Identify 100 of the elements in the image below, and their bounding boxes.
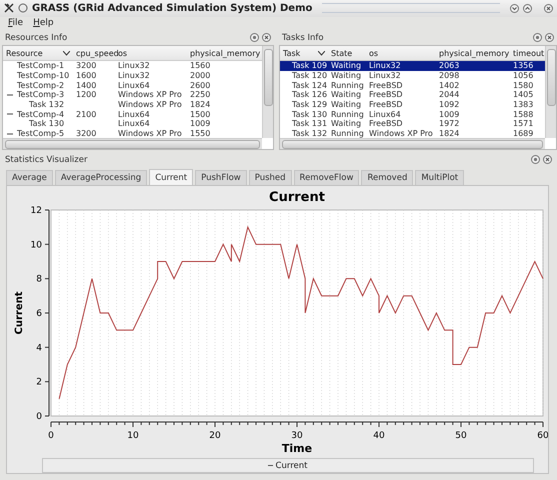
table-cell: 3200: [76, 61, 96, 70]
table-cell: Waiting: [331, 90, 362, 100]
menu-item[interactable]: File: [8, 18, 24, 28]
minimize-icon[interactable]: [510, 4, 519, 13]
table-cell-text: Task 109: [291, 61, 328, 70]
pin-icon[interactable]: [18, 3, 28, 14]
float-icon[interactable]: [531, 155, 540, 164]
vertical-scrollbar[interactable]: [545, 46, 556, 138]
column-header[interactable]: Resource: [3, 48, 73, 58]
column-header[interactable]: os: [366, 48, 436, 58]
table-cell: Task 130: [29, 119, 64, 128]
column-header[interactable]: State: [328, 48, 366, 58]
table-cell: FreeBSD: [369, 100, 403, 110]
window-title: GRASS (GRid Advanced Simulation System) Demo: [32, 2, 312, 14]
column-header[interactable]: timeout: [510, 48, 545, 58]
column-header[interactable]: physical_memory: [436, 48, 510, 58]
table-row[interactable]: Task 120 Waiting Linux32 2098 1056: [280, 70, 545, 80]
table-cell: 2250: [190, 90, 210, 100]
table-cell: 2000: [190, 71, 210, 80]
horizontal-scrollbar[interactable]: [280, 138, 545, 149]
table-cell: Waiting: [331, 71, 362, 80]
table-cell: 1972: [439, 119, 460, 128]
tab[interactable]: Removed: [361, 170, 414, 185]
table-cell: 1550: [190, 129, 210, 138]
table-row[interactable]: Task 124 Running FreeBSD 1402 1580: [280, 80, 545, 90]
tab[interactable]: RemoveFlow: [294, 170, 360, 185]
table-row[interactable]: Task 126 Waiting FreeBSD 2044 1405: [280, 90, 545, 100]
y-tick-label: 0: [36, 412, 42, 422]
tab[interactable]: AverageProcessing: [54, 170, 148, 185]
collapse-icon[interactable]: [7, 92, 13, 98]
column-header[interactable]: physical_memory: [187, 48, 262, 58]
tab[interactable]: PushFlow: [195, 170, 247, 185]
collapse-icon[interactable]: [7, 111, 13, 118]
x-tick-label: 50: [454, 431, 466, 441]
panel-title: Resources Info: [5, 32, 68, 42]
y-tick-label: 12: [30, 206, 42, 216]
y-tick-label: 2: [36, 378, 42, 388]
table-cell: Windows XP Pro: [118, 100, 182, 110]
table-cell-text: Task 129: [291, 100, 328, 110]
table-cell: 1580: [513, 80, 534, 90]
collapse-icon[interactable]: [7, 130, 13, 137]
table-row[interactable]: Task 130 Running Linux64 1009 1588: [280, 109, 545, 120]
table-cell: 1560: [190, 61, 210, 70]
table-cell: Task 132: [29, 100, 64, 110]
horizontal-scrollbar[interactable]: [3, 138, 262, 149]
close-icon[interactable]: [545, 33, 554, 42]
table-cell: Running: [331, 110, 364, 119]
sort-icon: [63, 50, 70, 56]
table-row[interactable]: Task 109 Waiting Linux32 2063 1356: [280, 61, 545, 71]
column-header[interactable]: Task: [280, 48, 328, 58]
x-tick-label: 0: [48, 431, 54, 441]
table-cell: Running: [331, 129, 364, 138]
table-cell: 1356: [513, 61, 534, 70]
y-tick-label: 10: [30, 240, 42, 250]
table-cell: Linux32: [118, 61, 150, 70]
table-row[interactable]: Task 132 Running Windows XP Pro 1824 1689: [280, 128, 545, 138]
legend-line-icon: [268, 464, 273, 467]
x-axis-label: Time: [281, 442, 312, 455]
y-axis-label: Current: [14, 292, 24, 334]
menu-item[interactable]: Help: [33, 18, 54, 28]
x-tick-label: 60: [536, 431, 548, 441]
table-cell: 1571: [513, 119, 534, 128]
close-icon[interactable]: [543, 155, 552, 164]
legend-label: Current: [276, 460, 308, 470]
maximize-icon[interactable]: [523, 4, 532, 13]
tab[interactable]: Current: [149, 169, 194, 185]
table-cell: TestComp-4: [17, 110, 64, 119]
vertical-scrollbar[interactable]: [262, 46, 273, 138]
app-icon[interactable]: [4, 3, 14, 14]
table-cell: Linux64: [369, 110, 401, 119]
table-cell-text: Task 132: [291, 129, 328, 138]
table-cell: TestComp-5: [17, 129, 64, 138]
close-icon[interactable]: [262, 33, 271, 42]
table-cell: TestComp-1: [17, 61, 64, 70]
table-cell-text: Task 130: [291, 110, 328, 119]
table-cell: 2098: [439, 71, 460, 80]
tab[interactable]: Pushed: [248, 170, 292, 185]
table-cell: 1824: [439, 129, 460, 138]
x-tick-label: 30: [290, 431, 302, 441]
table-cell: 2100: [76, 110, 96, 119]
close-icon[interactable]: [544, 4, 553, 13]
panel-title: Statistics Visualizer: [5, 154, 88, 164]
table-cell: TestComp-10: [17, 71, 70, 80]
tab[interactable]: MultiPlot: [415, 170, 464, 185]
table-cell-text: Task 126: [291, 90, 328, 100]
tab[interactable]: Average: [6, 170, 53, 185]
float-icon[interactable]: [533, 33, 542, 42]
chart-title: Current: [268, 190, 324, 205]
table-cell: 1092: [439, 100, 460, 110]
table-row[interactable]: Task 131 Waiting FreeBSD 1972 1571: [280, 119, 545, 129]
table-row[interactable]: Task 129 Waiting FreeBSD 1092 1383: [280, 100, 545, 110]
table-cell: Windows XP Pro: [369, 129, 433, 138]
table-cell: 1009: [439, 110, 460, 119]
x-tick-label: 40: [372, 431, 384, 441]
table-cell: Waiting: [331, 100, 362, 110]
y-tick-label: 4: [36, 343, 42, 354]
table-cell: Running: [331, 80, 364, 90]
title-bar-grip[interactable]: [322, 3, 500, 14]
table-cell: Linux64: [118, 119, 150, 128]
float-icon[interactable]: [250, 33, 259, 42]
